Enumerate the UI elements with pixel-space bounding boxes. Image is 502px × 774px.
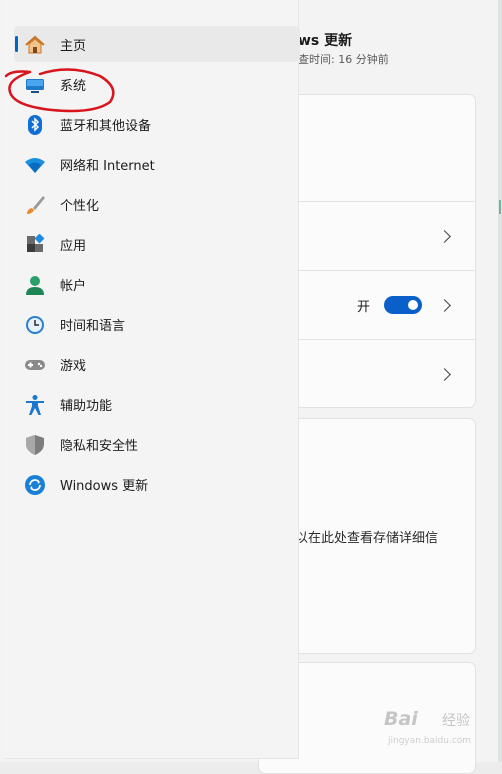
sidebar-item-accessibility[interactable]: 辅助功能 [14,386,300,422]
sidebar-item-network[interactable]: 网络和 Internet [14,146,300,182]
sidebar-item-label: 游戏 [60,359,87,374]
sidebar-item-personalization[interactable]: 个性化 [14,186,300,222]
toggle-switch[interactable] [384,296,422,314]
sidebar-item-label: 帐户 [60,279,87,294]
chevron-right-icon [438,299,451,312]
selection-indicator [15,36,18,52]
shield-icon [24,434,46,456]
baidu-jingyan-watermark: Bai 经验 jingyan.baidu.com [384,704,494,756]
wifi-icon [24,154,46,176]
sidebar-item-label: 辅助功能 [60,399,113,414]
home-icon [24,34,46,56]
sidebar-item-label: 时间和语言 [60,319,126,334]
watermark-url: jingyan.baidu.com [388,736,472,746]
sidebar-item-time-language[interactable]: 时间和语言 [14,306,300,342]
sidebar-item-label: 主页 [60,39,87,54]
sidebar-item-label: 个性化 [60,199,100,214]
sidebar-item-accounts[interactable]: 帐户 [14,266,300,302]
sidebar-item-home[interactable]: 主页 [14,26,300,62]
page-title: ws 更新 [298,33,353,49]
toggle-state-label: 开 [357,300,371,315]
windows-update-icon [24,474,46,496]
watermark-jingyan: 经验 [442,713,470,729]
chevron-right-icon [438,368,451,381]
edge-mark [499,200,501,214]
sidebar-item-label: 隐私和安全性 [60,439,139,454]
chevron-right-icon [438,230,451,243]
accessibility-icon [24,394,46,416]
toggle-knob [408,300,418,310]
sidebar-item-apps[interactable]: 应用 [14,226,300,262]
sidebar-item-label: Windows 更新 [60,479,149,494]
hand-drawn-circle-annotation [4,68,115,113]
account-icon [24,274,46,296]
sidebar-item-gaming[interactable]: 游戏 [14,346,300,382]
clock-globe-icon [24,314,46,336]
apps-icon [24,234,46,256]
brush-icon [24,194,46,216]
sidebar-item-label: 网络和 Internet [60,159,155,174]
window-edge [498,0,502,762]
sidebar-item-label: 应用 [60,239,87,254]
last-checked-text: 查时间: 16 分钟前 [298,53,389,66]
sidebar-item-windows-update[interactable]: Windows 更新 [14,466,300,502]
sidebar-item-privacy[interactable]: 隐私和安全性 [14,426,300,462]
watermark-logo: Bai [384,708,418,730]
storage-description: 以在此处查看存储详细信 [295,531,439,546]
gamepad-icon [24,354,46,376]
